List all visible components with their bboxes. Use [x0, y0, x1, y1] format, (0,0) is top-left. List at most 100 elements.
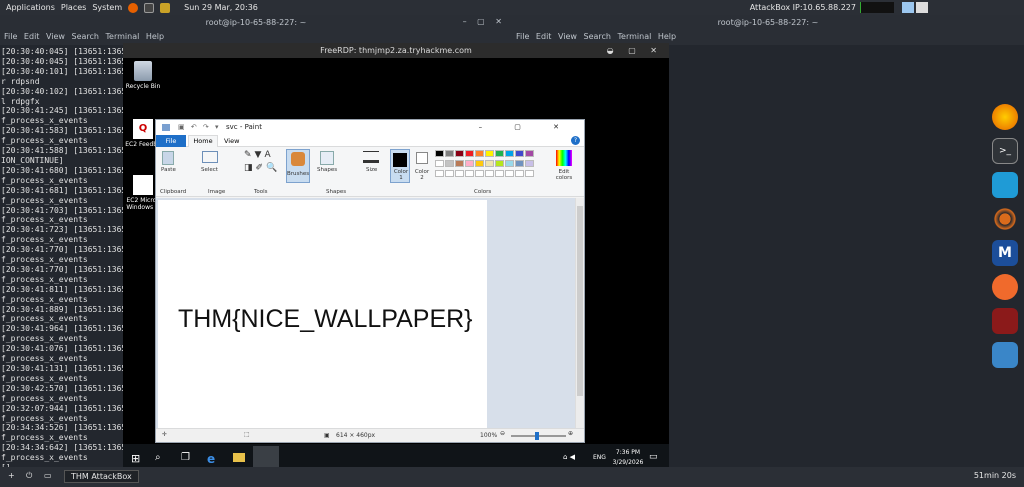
- palette-swatch-empty[interactable]: [475, 170, 484, 177]
- shapes-icon[interactable]: [320, 151, 334, 165]
- palette-swatch-empty[interactable]: [485, 170, 494, 177]
- palette-swatch-empty[interactable]: [435, 170, 444, 177]
- palette-swatch-empty[interactable]: [465, 170, 474, 177]
- recycle-bin[interactable]: Recycle Bin: [123, 61, 163, 90]
- paint-window[interactable]: ▣ ↶ ↷ ▾ svc - Paint – ▢ ✕ File Home View…: [155, 119, 585, 443]
- tools-icons[interactable]: ✎▼A: [244, 150, 274, 160]
- metasploit-icon[interactable]: M: [992, 240, 1018, 266]
- select-icon[interactable]: [202, 151, 218, 163]
- window-controls[interactable]: – ▢ ✕: [463, 17, 506, 26]
- zoom-out-button[interactable]: ⊖: [500, 430, 505, 437]
- show-desktop-icon[interactable]: ▭: [44, 471, 52, 480]
- tab-view[interactable]: View: [224, 135, 239, 147]
- color2-swatch[interactable]: [416, 152, 428, 164]
- palette-swatch[interactable]: [465, 160, 474, 167]
- file-explorer-icon[interactable]: [233, 453, 245, 462]
- palette-swatch[interactable]: [485, 160, 494, 167]
- wireshark-icon[interactable]: [992, 342, 1018, 368]
- firefox-icon[interactable]: [128, 2, 139, 13]
- edge-icon[interactable]: e: [207, 452, 215, 466]
- edit-colors-icon[interactable]: [556, 150, 572, 166]
- compass-icon[interactable]: [992, 274, 1018, 300]
- terminal-menubar-right[interactable]: File Edit View Search Terminal Help: [516, 32, 676, 41]
- taskbar-window-button[interactable]: THM AttackBox: [64, 470, 139, 483]
- help-icon[interactable]: ?: [571, 136, 580, 145]
- palette-swatch[interactable]: [505, 150, 514, 157]
- power-icon[interactable]: ⏻: [26, 471, 32, 481]
- scrollbar-thumb[interactable]: [577, 206, 583, 396]
- palette-swatch[interactable]: [525, 150, 534, 157]
- palette-swatch[interactable]: [485, 150, 494, 157]
- burpsuite-icon[interactable]: [992, 172, 1018, 198]
- vertical-scrollbar[interactable]: [575, 198, 584, 430]
- paste-label[interactable]: Paste: [161, 167, 176, 173]
- palette-swatch[interactable]: [435, 150, 444, 157]
- paint-window-controls[interactable]: – ▢ ✕: [479, 120, 574, 135]
- recon-icon[interactable]: [992, 206, 1018, 232]
- clock-time[interactable]: 7:36 PM: [612, 449, 644, 456]
- datetime: Sun 29 Mar, 20:36: [184, 3, 258, 12]
- canvas-text: THM{NICE_WALLPAPER}: [178, 305, 473, 333]
- terminal-menubar[interactable]: File Edit View Search Terminal Help: [4, 32, 164, 41]
- hydra-icon[interactable]: [992, 308, 1018, 334]
- palette-swatch-empty[interactable]: [525, 170, 534, 177]
- tools-icons-row2[interactable]: ◨✐🔍: [244, 163, 280, 173]
- language[interactable]: ENG: [593, 454, 606, 461]
- notifications-icon[interactable]: ▭: [649, 452, 658, 462]
- tab-home[interactable]: Home: [188, 135, 218, 147]
- brush-icon: [291, 152, 305, 166]
- size-label[interactable]: Size: [366, 167, 377, 173]
- palette-swatch[interactable]: [475, 150, 484, 157]
- palette-swatch[interactable]: [475, 160, 484, 167]
- palette-swatch[interactable]: [445, 150, 454, 157]
- clock-date[interactable]: 3/29/2026: [612, 459, 644, 466]
- shapes-button-label[interactable]: Shapes: [317, 167, 337, 173]
- palette-swatch-empty[interactable]: [445, 170, 454, 177]
- workspace-1[interactable]: [902, 2, 914, 13]
- menu-places[interactable]: Places: [61, 3, 86, 12]
- tab-file[interactable]: File: [156, 135, 186, 147]
- zoom-slider[interactable]: [511, 432, 566, 440]
- rdp-window-controls[interactable]: ◒ ▢ ✕: [607, 43, 663, 58]
- palette-swatch[interactable]: [435, 160, 444, 167]
- palette-swatch[interactable]: [515, 160, 524, 167]
- workspace-2[interactable]: [916, 2, 928, 13]
- palette-swatch-empty[interactable]: [505, 170, 514, 177]
- select-label[interactable]: Select: [201, 167, 218, 173]
- brushes-button[interactable]: [286, 149, 310, 183]
- color-palette[interactable]: [435, 150, 555, 180]
- palette-swatch-empty[interactable]: [495, 170, 504, 177]
- terminal-icon[interactable]: >_: [992, 138, 1018, 164]
- quick-access-toolbar[interactable]: ▣ ↶ ↷ ▾: [178, 120, 221, 135]
- terminal-title: root@ip-10-65-88-227: ~: [205, 18, 307, 27]
- palette-swatch[interactable]: [525, 160, 534, 167]
- search-icon[interactable]: ⌕: [155, 452, 161, 463]
- zoom-slider-thumb[interactable]: [535, 432, 539, 440]
- task-view-icon[interactable]: ❐: [181, 452, 190, 463]
- palette-swatch[interactable]: [455, 160, 464, 167]
- palette-swatch-empty[interactable]: [515, 170, 524, 177]
- menu-system[interactable]: System: [92, 3, 122, 12]
- palette-swatch[interactable]: [465, 150, 474, 157]
- terminal-icon[interactable]: [144, 2, 155, 13]
- palette-swatch[interactable]: [445, 160, 454, 167]
- palette-swatch[interactable]: [455, 150, 464, 157]
- menu-applications[interactable]: Applications: [6, 3, 55, 12]
- sublime-icon[interactable]: [160, 2, 171, 13]
- paste-icon[interactable]: [162, 151, 174, 165]
- color2-label[interactable]: Color 2: [414, 169, 430, 181]
- palette-swatch[interactable]: [495, 150, 504, 157]
- tray-icons[interactable]: ⌂ ◀: [563, 453, 575, 461]
- size-icon[interactable]: [363, 151, 379, 163]
- palette-swatch[interactable]: [495, 160, 504, 167]
- palette-swatch-empty[interactable]: [455, 170, 464, 177]
- zoom-in-button[interactable]: ⊕: [568, 430, 573, 437]
- palette-swatch[interactable]: [515, 150, 524, 157]
- palette-swatch[interactable]: [505, 160, 514, 167]
- add-icon[interactable]: +: [8, 471, 15, 480]
- ec2-windows-icon: [133, 175, 153, 195]
- edit-colors-label[interactable]: Edit colors: [552, 169, 576, 181]
- windows-start-icon[interactable]: ⊞: [131, 452, 140, 465]
- drawing-canvas[interactable]: THM{NICE_WALLPAPER}: [158, 200, 487, 428]
- firefox-icon[interactable]: [992, 104, 1018, 130]
